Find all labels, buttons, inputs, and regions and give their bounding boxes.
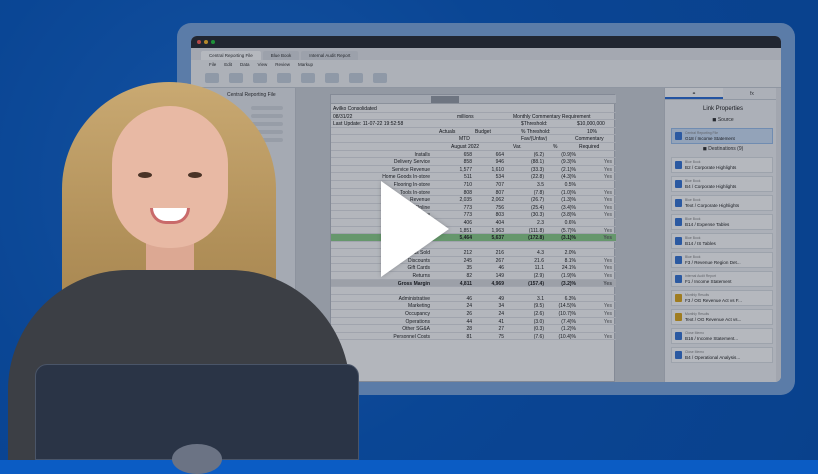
eye xyxy=(138,172,152,178)
eye xyxy=(188,172,202,178)
presenter-face xyxy=(112,106,228,248)
smile xyxy=(150,208,190,224)
laptop-logo xyxy=(172,444,222,474)
play-icon[interactable] xyxy=(381,181,449,277)
